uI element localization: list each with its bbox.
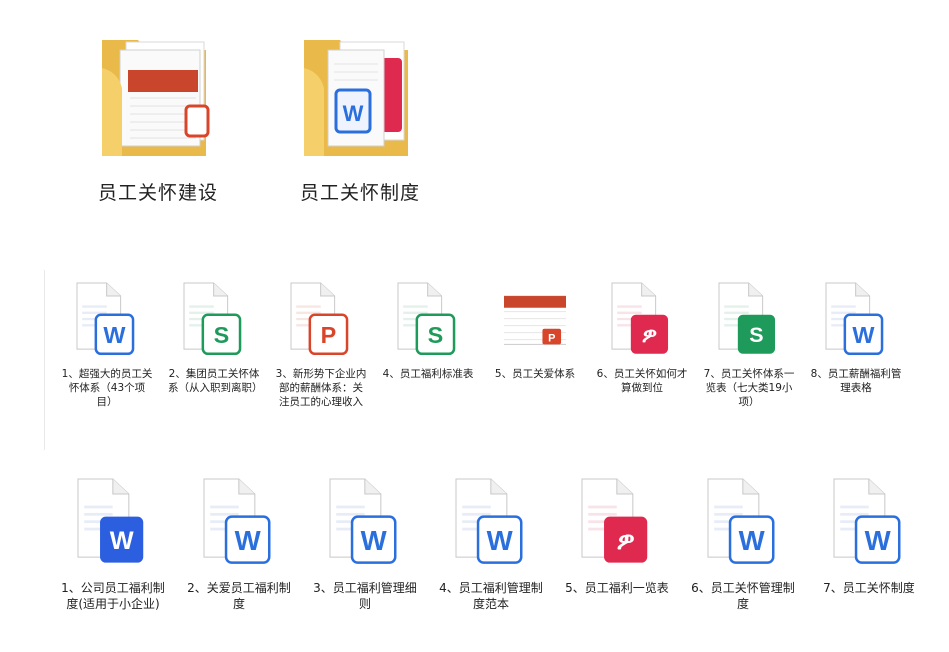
divider (44, 270, 45, 450)
svg-text:W: W (343, 101, 364, 126)
file-item[interactable]: P 5、员工关爱体系 (489, 282, 581, 381)
svg-text:W: W (103, 322, 126, 348)
svg-text:P: P (548, 332, 555, 344)
word-file-icon: W (203, 478, 275, 570)
file-item[interactable]: P 3、新形势下企业内部的薪酬体系：关注员工的心理收入 (275, 282, 367, 409)
folder-icon: W (304, 40, 408, 156)
file-item[interactable]: ዎ 6、员工关怀如何才算做到位 (596, 282, 688, 395)
presentation-file-icon: P (290, 282, 352, 360)
file-item[interactable]: S 4、员工福利标准表 (382, 282, 474, 381)
spreadsheet-file-icon: S (183, 282, 245, 360)
file-item[interactable]: ዎ 5、员工福利一览表 (562, 478, 672, 596)
svg-text:W: W (110, 527, 134, 555)
file-label: 7、员工关怀制度 (823, 581, 915, 595)
svg-text:W: W (235, 525, 262, 556)
file-item[interactable]: W 6、员工关怀管理制度 (688, 478, 798, 612)
word-file-icon: W (329, 478, 401, 570)
pdf-file-icon: ዎ (611, 282, 673, 360)
spreadsheet-file-icon: S (718, 282, 780, 360)
file-label: 3、新形势下企业内部的薪酬体系：关注员工的心理收入 (275, 368, 367, 408)
svg-text:W: W (487, 525, 514, 556)
file-label: 4、员工福利管理制度范本 (439, 581, 543, 611)
file-item[interactable]: W 8、员工薪酬福利管理表格 (810, 282, 902, 395)
file-item[interactable]: W 7、员工关怀制度 (814, 478, 924, 596)
svg-text:W: W (361, 525, 388, 556)
file-item[interactable]: S 7、员工关怀体系一览表（七大类19小项） (703, 282, 795, 409)
svg-text:S: S (428, 322, 444, 348)
svg-text:W: W (865, 525, 892, 556)
file-label: 2、集团员工关怀体系（从入职到离职） (168, 368, 263, 394)
file-item[interactable]: W 4、员工福利管理制度范本 (436, 478, 546, 612)
file-item[interactable]: W 2、关爱员工福利制度 (184, 478, 294, 612)
word-file-icon: W (707, 478, 779, 570)
file-label: 6、员工关怀如何才算做到位 (596, 368, 688, 394)
spreadsheet-file-icon: S (397, 282, 459, 360)
file-label: 5、员工关爱体系 (494, 368, 576, 380)
file-item[interactable]: S 2、集团员工关怀体系（从入职到离职） (168, 282, 263, 395)
svg-text:S: S (749, 323, 763, 347)
file-label: 5、员工福利一览表 (565, 581, 669, 595)
svg-text:ዎ: ዎ (617, 527, 635, 555)
svg-text:P: P (321, 322, 337, 348)
file-label: 2、关爱员工福利制度 (187, 581, 291, 611)
word-file-icon: W (455, 478, 527, 570)
word-file-icon: W (76, 282, 138, 360)
file-label: 3、员工福利管理细则 (313, 581, 417, 611)
svg-text:W: W (739, 525, 766, 556)
presentation-file-icon: P (504, 282, 566, 360)
file-label: 1、公司员工福利制度(适用于小企业) (61, 581, 165, 611)
word-file-icon: W (833, 478, 905, 570)
folder-item[interactable]: 员工关怀建设 (78, 28, 238, 218)
svg-text:S: S (214, 322, 230, 348)
folder-label: 员工关怀制度 (299, 182, 420, 204)
folder-item[interactable]: W 员工关怀制度 (280, 28, 440, 218)
file-item[interactable]: W 1、公司员工福利制度(适用于小企业) (58, 478, 168, 612)
svg-text:W: W (852, 322, 875, 348)
svg-text:ዎ: ዎ (642, 323, 657, 347)
file-label: 1、超强大的员工关怀体系（43个项目） (61, 368, 153, 408)
file-label: 8、员工薪酬福利管理表格 (810, 368, 902, 394)
word-file-icon: W (825, 282, 887, 360)
file-label: 7、员工关怀体系一览表（七大类19小项） (703, 368, 795, 408)
file-label: 6、员工关怀管理制度 (691, 581, 795, 611)
pdf-file-icon: ዎ (581, 478, 653, 570)
file-item[interactable]: W 1、超强大的员工关怀体系（43个项目） (61, 282, 153, 409)
folder-label: 员工关怀建设 (97, 182, 218, 204)
file-label: 4、员工福利标准表 (382, 368, 474, 380)
word-file-icon: W (77, 478, 149, 570)
folder-icon (102, 40, 210, 156)
file-item[interactable]: W 3、员工福利管理细则 (310, 478, 420, 612)
